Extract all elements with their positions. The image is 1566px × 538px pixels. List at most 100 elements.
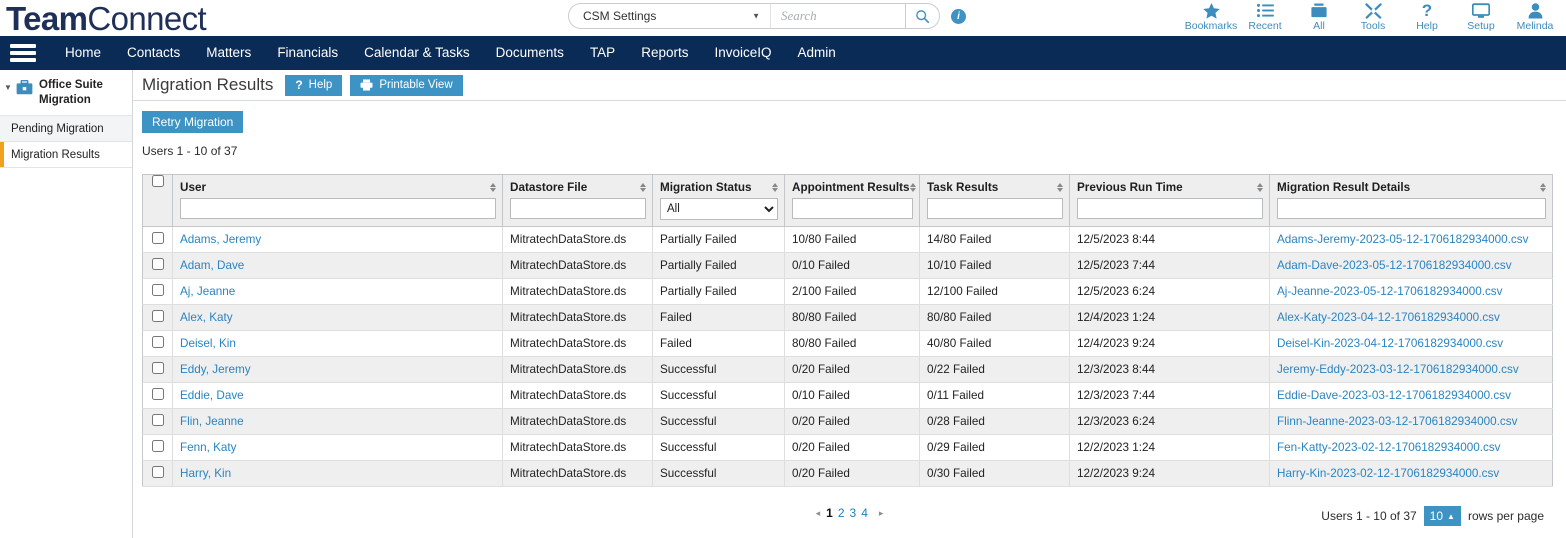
filter-input-appointment-results[interactable] (792, 198, 913, 219)
cell-migration-result-details[interactable]: Aj-Jeanne-2023-05-12-1706182934000.csv (1269, 278, 1553, 305)
row-select-checkbox[interactable] (151, 440, 164, 452)
cell-migration-result-details[interactable]: Adam-Dave-2023-05-12-1706182934000.csv (1269, 252, 1553, 279)
cell-migration-result-details-link[interactable]: Adams-Jeremy-2023-05-12-1706182934000.cs… (1277, 233, 1528, 246)
sidebar-item-migration-results[interactable]: Migration Results (0, 142, 132, 168)
nav-invoiceiq[interactable]: InvoiceIQ (701, 36, 784, 70)
cell-user-link[interactable]: Eddy, Jeremy (180, 363, 251, 376)
page-link-2[interactable]: 2 (838, 506, 845, 520)
util-all[interactable]: All (1292, 0, 1346, 33)
sidebar-item-pending-migration[interactable]: Pending Migration (0, 116, 132, 142)
column-header-appointment-results[interactable]: Appointment Results (784, 174, 920, 227)
filter-select-migration-status[interactable]: AllSuccessfulFailedPartially Failed (660, 198, 778, 220)
cell-migration-result-details[interactable]: Alex-Katy-2023-04-12-1706182934000.csv (1269, 304, 1553, 331)
help-button[interactable]: ? Help (285, 74, 343, 96)
cell-migration-result-details-link[interactable]: Harry-Kin-2023-02-12-1706182934000.csv (1277, 467, 1499, 480)
cell-migration-result-details-link[interactable]: Fen-Katty-2023-02-12-1706182934000.csv (1277, 441, 1501, 454)
cell-user-link[interactable]: Harry, Kin (180, 467, 231, 480)
row-select-checkbox[interactable] (151, 414, 164, 426)
row-select-checkbox[interactable] (151, 258, 164, 270)
select-all-checkbox[interactable] (151, 175, 164, 187)
cell-migration-result-details-link[interactable]: Aj-Jeanne-2023-05-12-1706182934000.csv (1277, 285, 1502, 298)
table-row[interactable]: Adams, Jeremy MitratechDataStore.ds Partia… (142, 226, 1553, 253)
info-icon[interactable]: i (951, 8, 966, 24)
util-tools[interactable]: Tools (1346, 0, 1400, 33)
nav-home[interactable]: Home (52, 36, 114, 70)
cell-user[interactable]: Deisel, Kin (172, 330, 503, 357)
filter-input-datastore-file[interactable] (510, 198, 646, 219)
util-setup[interactable]: Setup (1454, 0, 1508, 33)
cell-user-link[interactable]: Adam, Dave (180, 259, 244, 272)
sort-icon-appointment-results[interactable] (909, 181, 916, 192)
table-row[interactable]: Adam, Dave MitratechDataStore.ds Partially… (142, 252, 1553, 279)
table-row[interactable]: Alex, Katy MitratechDataStore.ds Failed 80/… (142, 304, 1553, 331)
page-link-1[interactable]: 1 (826, 506, 833, 520)
nav-contacts[interactable]: Contacts (114, 36, 193, 70)
page-link-3[interactable]: 3 (850, 506, 857, 520)
row-select-checkbox[interactable] (151, 388, 164, 400)
sort-icon-previous-run-time[interactable] (1257, 181, 1263, 192)
cell-migration-result-details[interactable]: Flinn-Jeanne-2023-03-12-1706182934000.cs… (1269, 408, 1553, 435)
nav-financials[interactable]: Financials (264, 36, 351, 70)
row-select-checkbox[interactable] (151, 362, 164, 374)
table-row[interactable]: Flin, Jeanne MitratechDataStore.ds Success… (142, 408, 1553, 435)
cell-migration-result-details[interactable]: Fen-Katty-2023-02-12-1706182934000.csv (1269, 434, 1553, 461)
prev-page-arrow[interactable]: ◂ (816, 508, 821, 519)
filter-input-user[interactable] (180, 198, 496, 219)
nav-documents[interactable]: Documents (483, 36, 577, 70)
page-link-4[interactable]: 4 (861, 506, 868, 520)
filter-input-task-results[interactable] (927, 198, 1063, 219)
column-header-migration-result-details[interactable]: Migration Result Details (1269, 174, 1553, 227)
nav-tap[interactable]: TAP (577, 36, 628, 70)
printable-view-button[interactable]: Printable View (350, 74, 463, 96)
cell-user[interactable]: Fenn, Katy (172, 434, 503, 461)
table-row[interactable]: Eddie, Dave MitratechDataStore.ds Successf… (142, 382, 1553, 409)
cell-user[interactable]: Eddie, Dave (172, 382, 503, 409)
row-select-checkbox[interactable] (151, 232, 164, 244)
filter-input-migration-result-details[interactable] (1277, 198, 1546, 219)
table-row[interactable]: Eddy, Jeremy MitratechDataStore.ds Success… (142, 356, 1553, 383)
table-row[interactable]: Aj, Jeanne MitratechDataStore.ds Partially… (142, 278, 1553, 305)
cell-user[interactable]: Adams, Jeremy (172, 226, 503, 253)
search-button[interactable] (905, 3, 940, 29)
nav-matters[interactable]: Matters (193, 36, 264, 70)
cell-user[interactable]: Eddy, Jeremy (172, 356, 503, 383)
cell-user-link[interactable]: Fenn, Katy (180, 441, 237, 454)
cell-migration-result-details-link[interactable]: Deisel-Kin-2023-04-12-1706182934000.csv (1277, 337, 1503, 350)
search-input-wrap[interactable]: Search (770, 3, 905, 29)
cell-migration-result-details-link[interactable]: Flinn-Jeanne-2023-03-12-1706182934000.cs… (1277, 415, 1517, 428)
util-bookmarks[interactable]: Bookmarks (1184, 0, 1238, 33)
cell-user-link[interactable]: Aj, Jeanne (180, 285, 235, 298)
sort-icon-user[interactable] (490, 181, 496, 192)
retry-migration-button[interactable]: Retry Migration (142, 111, 244, 133)
collapse-triangle-icon[interactable]: ▼ (4, 78, 16, 92)
cell-user-link[interactable]: Flin, Jeanne (180, 415, 244, 428)
row-select-checkbox[interactable] (151, 336, 164, 348)
cell-user-link[interactable]: Adams, Jeremy (180, 233, 261, 246)
cell-user-link[interactable]: Eddie, Dave (180, 389, 244, 402)
hamburger-menu-icon[interactable] (8, 42, 38, 64)
cell-migration-result-details-link[interactable]: Adam-Dave-2023-05-12-1706182934000.csv (1277, 259, 1512, 272)
cell-migration-result-details[interactable]: Adams-Jeremy-2023-05-12-1706182934000.cs… (1269, 226, 1553, 253)
sort-icon-task-results[interactable] (1057, 181, 1063, 192)
sort-icon-datastore-file[interactable] (640, 181, 646, 192)
filter-input-previous-run-time[interactable] (1077, 198, 1263, 219)
row-select-checkbox[interactable] (151, 284, 164, 296)
column-header-datastore-file[interactable]: Datastore File (502, 174, 653, 227)
cell-migration-result-details[interactable]: Deisel-Kin-2023-04-12-1706182934000.csv (1269, 330, 1553, 357)
table-row[interactable]: Fenn, Katy MitratechDataStore.ds Successfu… (142, 434, 1553, 461)
rows-per-page-selector[interactable]: 10 ▲ (1423, 506, 1461, 526)
cell-user[interactable]: Flin, Jeanne (172, 408, 503, 435)
cell-user[interactable]: Aj, Jeanne (172, 278, 503, 305)
util-user-melinda[interactable]: Melinda (1508, 0, 1562, 33)
cell-migration-result-details-link[interactable]: Jeremy-Eddy-2023-03-12-1706182934000.csv (1277, 363, 1519, 376)
column-header-task-results[interactable]: Task Results (919, 174, 1070, 227)
row-select-checkbox[interactable] (151, 310, 164, 322)
cell-migration-result-details-link[interactable]: Alex-Katy-2023-04-12-1706182934000.csv (1277, 311, 1500, 324)
column-header-migration-status[interactable]: Migration Status AllSuccessfulFailedPart… (652, 174, 785, 227)
nav-calendar-tasks[interactable]: Calendar & Tasks (351, 36, 483, 70)
cell-user[interactable]: Harry, Kin (172, 460, 503, 487)
cell-migration-result-details[interactable]: Harry-Kin-2023-02-12-1706182934000.csv (1269, 460, 1553, 487)
next-page-arrow[interactable]: ▸ (879, 508, 884, 519)
column-header-user[interactable]: User (172, 174, 503, 227)
table-row[interactable]: Harry, Kin MitratechDataStore.ds Successfu… (142, 460, 1553, 487)
